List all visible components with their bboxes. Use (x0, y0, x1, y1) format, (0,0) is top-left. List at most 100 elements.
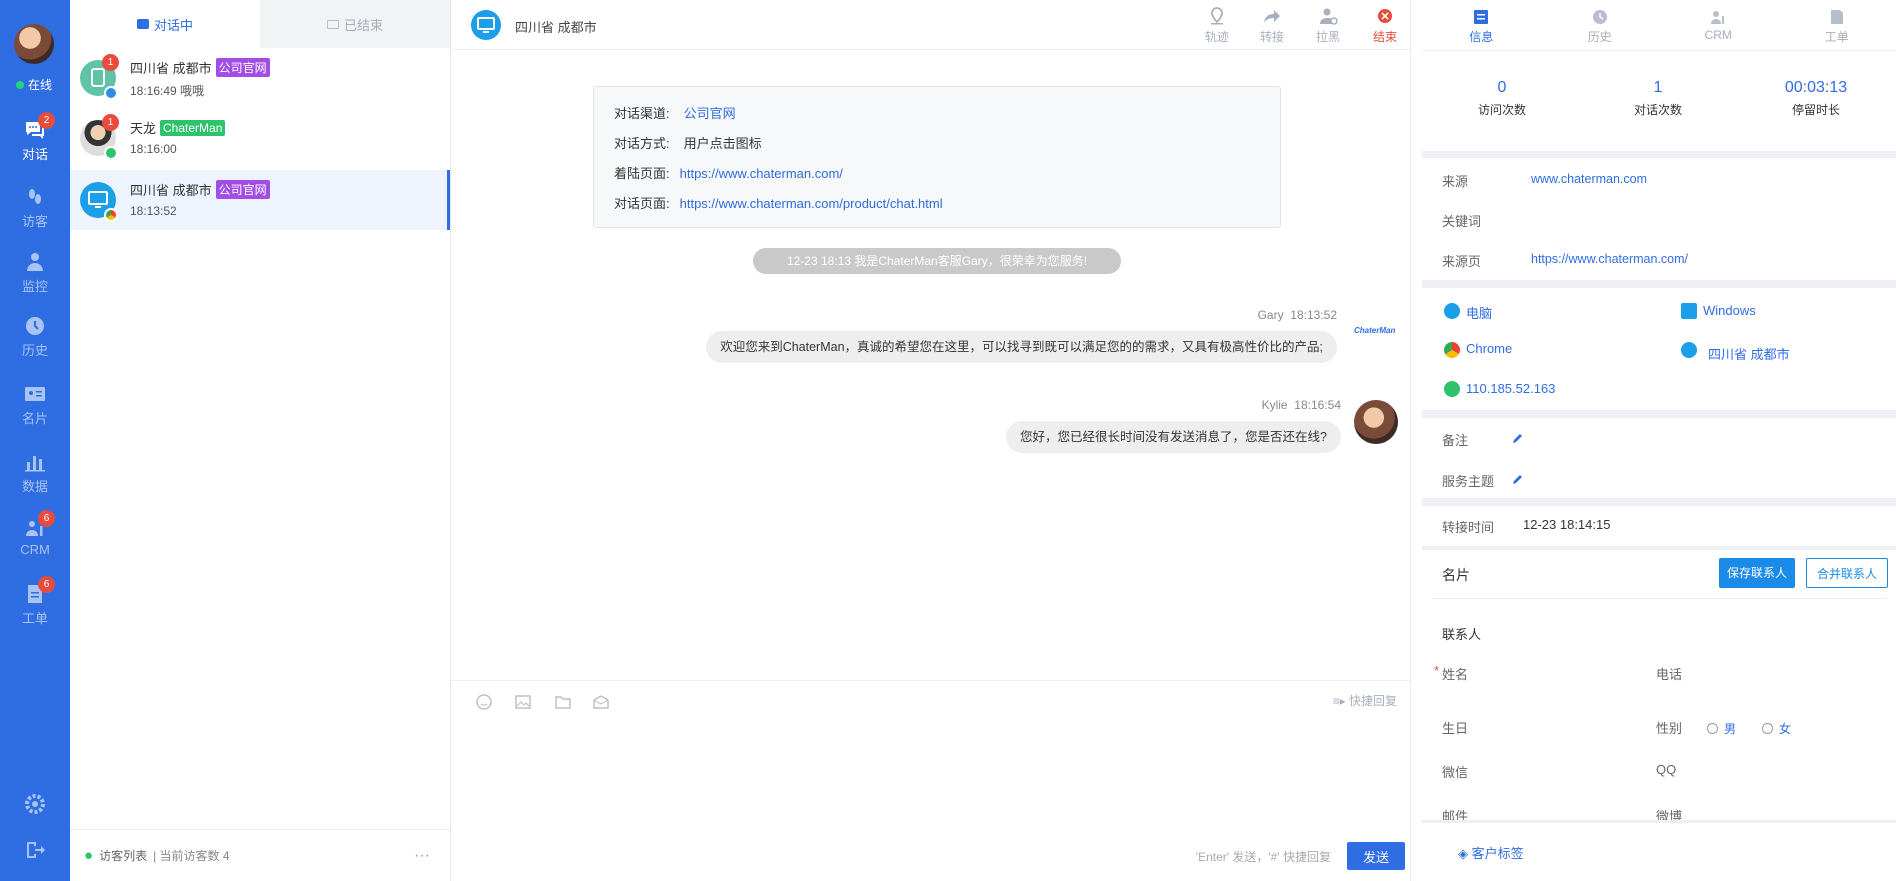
logout-button[interactable] (0, 838, 70, 864)
settings-button[interactable] (0, 792, 70, 818)
quick-reply-label: 快捷回复 (1348, 694, 1397, 708)
stat-duration: 00:03:13 停留时长 (1738, 79, 1894, 118)
card-icon (1474, 10, 1489, 24)
envelope-icon[interactable] (592, 693, 610, 711)
conversation-item[interactable]: 1 天龙 ChaterMan 18:16:00 (70, 108, 450, 168)
monitor-user-icon (27, 253, 43, 271)
required-mark: * (1434, 663, 1440, 678)
name-label: 姓名 (1442, 667, 1469, 682)
landing-page-link[interactable]: https://www.chaterman.com/ (680, 166, 843, 181)
track-button[interactable]: 轨迹 (1197, 6, 1237, 45)
end-chat-button[interactable]: 结束 (1365, 6, 1405, 45)
emoji-icon[interactable] (475, 693, 493, 711)
conversation-list-panel: 对话中 已结束 1 四川省 成都市 公司官网 18:16:49 哦哦 1 天龙 Ch… (70, 0, 451, 881)
message-editor[interactable]: ≡▸ 快捷回复 'Enter' 发送，'#' 快捷回复 发送 (451, 680, 1411, 881)
crm-icon (1711, 11, 1725, 24)
channel-tag: 公司官网 (215, 180, 270, 199)
chat-bubble-icon (136, 19, 149, 29)
conversation-time: 18:16:49 哦哦 (130, 84, 205, 98)
tab-ended-chats[interactable]: 已结束 (260, 0, 450, 48)
nav-item-chat[interactable]: 对话 2 (0, 112, 70, 163)
nav-item-data[interactable]: 数据 (0, 450, 70, 495)
visitor-list-footer: ● 访客列表 | 当前访客数 4 ··· (70, 829, 450, 881)
source-link[interactable]: www.chaterman.com (1531, 172, 1647, 186)
info-label: 对话页面: (614, 196, 670, 211)
location-value: 四川省 成都市 (1708, 347, 1790, 362)
stat-label: 停留时长 (1791, 103, 1840, 117)
channel-link[interactable]: 公司官网 (684, 106, 736, 121)
message-time: 18:13:52 (1290, 308, 1337, 322)
customer-tag-button[interactable]: ◈ 客户标签 (1458, 843, 1524, 862)
tab-label: 工单 (1824, 30, 1849, 44)
tab-label: 信息 (1469, 30, 1494, 44)
visit-stats: 0 访问次数 1 对话次数 00:03:13 停留时长 (1422, 51, 1896, 151)
chat-page-link[interactable]: https://www.chaterman.com/product/chat.h… (680, 196, 943, 211)
system-message: 12-23 18:13 我是ChaterMan客服Gary，很荣幸为您服务! (753, 248, 1121, 274)
nav-item-monitor[interactable]: 监控 (0, 250, 70, 295)
merge-contact-button[interactable]: 合并联系人 (1806, 558, 1888, 588)
agent-avatar[interactable] (14, 24, 54, 64)
divider (1432, 598, 1886, 599)
message-meta: Kylie 18:16:54 (1262, 398, 1341, 412)
nav-label: 历史 (21, 343, 48, 358)
folder-icon[interactable] (554, 693, 572, 711)
conversation-item[interactable]: 1 四川省 成都市 公司官网 18:16:49 哦哦 (70, 48, 450, 108)
message-time: 18:16:54 (1294, 398, 1341, 412)
save-contact-button[interactable]: 保存联系人 (1719, 558, 1795, 588)
action-label: 转接 (1259, 30, 1284, 44)
nav-item-ticket[interactable]: 工单 6 (0, 576, 70, 627)
source-page-link[interactable]: https://www.chaterman.com/ (1531, 252, 1688, 266)
location-pin-icon (1211, 7, 1223, 25)
nav-label: 对话 (21, 147, 48, 162)
tab-info[interactable]: 信息 (1422, 0, 1541, 50)
visitor-list-link[interactable]: 访客列表 (99, 847, 147, 864)
radio-label: 女 (1779, 722, 1792, 736)
block-button[interactable]: 拉黑 (1308, 6, 1348, 45)
tab-crm[interactable]: CRM (1659, 0, 1778, 50)
info-value: 用户点击图标 (683, 136, 762, 151)
transfer-button[interactable]: 转接 (1252, 6, 1292, 45)
nav-item-visitors[interactable]: 访客 (0, 185, 70, 230)
conversation-item-selected[interactable]: 四川省 成都市 公司官网 18:13:52 (70, 170, 450, 230)
gender-male-radio[interactable]: 男 (1707, 720, 1736, 737)
pencil-icon[interactable] (1512, 432, 1524, 444)
bar-chart-icon (25, 456, 45, 472)
channel-tag: 公司官网 (215, 58, 270, 77)
info-label: 着陆页面: (614, 166, 670, 181)
quick-reply-button[interactable]: ≡▸ 快捷回复 (1333, 692, 1397, 709)
conversation-time: 18:13:52 (130, 204, 177, 218)
ip-icon (1444, 381, 1460, 397)
tab-ticket[interactable]: 工单 (1778, 0, 1896, 50)
qq-label: QQ (1656, 762, 1677, 777)
chaterman-logo: ChaterMan (1354, 326, 1396, 335)
send-button[interactable]: 发送 (1347, 842, 1405, 870)
info-tabs: 信息 历史 CRM 工单 (1422, 0, 1896, 50)
ticket-icon (1830, 10, 1843, 24)
list-icon: ≡▸ (1332, 694, 1349, 708)
radio-icon (1707, 723, 1718, 734)
tab-history[interactable]: 历史 (1541, 0, 1660, 50)
browser-value: Chrome (1466, 341, 1513, 356)
tag-icon: ◈ (1458, 846, 1472, 861)
chat-header: 四川省 成都市 轨迹 转接 拉黑 结束 (451, 0, 1410, 50)
nav-label: 名片 (21, 411, 48, 426)
nav-item-crm[interactable]: CRM 6 (0, 510, 70, 557)
more-icon[interactable]: ··· (414, 847, 430, 865)
contact-section-title: 联系人 (1442, 627, 1482, 642)
tab-active-chats[interactable]: 对话中 (70, 0, 260, 48)
channel-tag: ChaterMan (160, 119, 226, 136)
radio-label: 男 (1724, 722, 1737, 736)
clock-icon (1592, 10, 1607, 24)
gear-icon (25, 794, 45, 814)
pencil-icon[interactable] (1512, 473, 1524, 485)
image-icon[interactable] (514, 693, 532, 711)
conversation-name: 四川省 成都市 (130, 183, 212, 198)
nav-item-card[interactable]: 名片 (0, 382, 70, 427)
gender-female-radio[interactable]: 女 (1762, 720, 1791, 737)
online-status[interactable]: 在线 (16, 76, 52, 93)
nav-item-history[interactable]: 历史 (0, 314, 70, 359)
stat-visits: 0 访问次数 (1424, 79, 1580, 118)
card-title: 名片 (1442, 567, 1470, 583)
radio-icon (1762, 723, 1773, 734)
logout-icon (27, 842, 45, 858)
